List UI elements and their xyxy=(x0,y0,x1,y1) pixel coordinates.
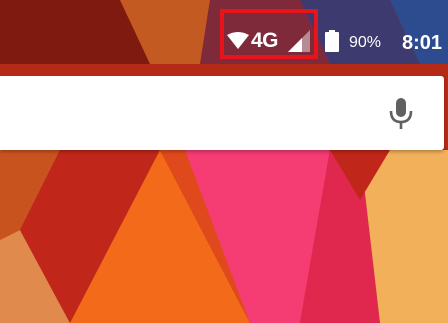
home-screen: 4G 90% 8:01 xyxy=(0,0,448,323)
cell-signal-icon xyxy=(288,30,310,52)
battery-percentage: 90% xyxy=(349,34,382,51)
wifi-icon xyxy=(227,32,249,49)
mic-icon[interactable] xyxy=(388,97,414,131)
search-bar[interactable] xyxy=(0,76,444,150)
clock: 8:01 xyxy=(402,32,443,54)
network-type-label: 4G xyxy=(251,29,279,52)
battery-icon xyxy=(325,30,339,52)
status-bar: 4G 90% 8:01 xyxy=(0,0,448,64)
